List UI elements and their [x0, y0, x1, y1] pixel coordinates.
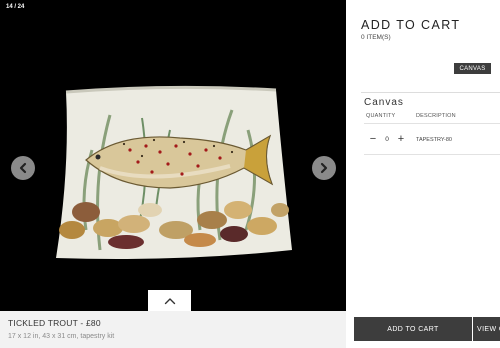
product-title: TICKLED TROUT - £80: [8, 318, 101, 328]
app-root: 14 / 24 TICKLED TROUT - £80 17 x 12 in, …: [0, 0, 500, 348]
add-to-cart-button[interactable]: ADD TO CART: [354, 317, 472, 341]
divider: [364, 154, 500, 155]
product-caption: TICKLED TROUT - £80 17 x 12 in, 43 x 31 …: [0, 311, 346, 348]
quantity-stepper: − 0 +: [367, 133, 407, 145]
divider: [364, 123, 500, 124]
view-cart-button[interactable]: VIEW CART: [473, 317, 500, 341]
cart-item-count: 0 ITEM(S): [361, 34, 391, 41]
caption-toggle-button[interactable]: [148, 290, 191, 311]
quantity-column-header: QUANTITY: [366, 113, 396, 119]
product-details: 17 x 12 in, 43 x 31 cm, tapestry kit: [8, 333, 115, 340]
image-counter: 14 / 24: [6, 4, 25, 10]
increase-quantity-button[interactable]: +: [395, 133, 407, 145]
chevron-right-icon: [320, 162, 328, 174]
cart-panel: ADD TO CART 0 ITEM(S) CANVAS Canvas QUAN…: [346, 0, 500, 348]
canvas-section: Canvas QUANTITY DESCRIPTION − 0 + TAPEST…: [361, 92, 500, 155]
chevron-left-icon: [19, 162, 27, 174]
chevron-up-icon: [164, 297, 175, 304]
quantity-value[interactable]: 0: [379, 136, 395, 143]
canvas-option-button[interactable]: CANVAS: [454, 63, 491, 74]
product-image: [56, 85, 292, 259]
image-gallery: 14 / 24: [0, 0, 346, 311]
previous-image-button[interactable]: [11, 156, 35, 180]
next-image-button[interactable]: [312, 156, 336, 180]
cart-title: ADD TO CART: [361, 18, 461, 32]
description-column-header: DESCRIPTION: [416, 113, 456, 119]
decrease-quantity-button[interactable]: −: [367, 133, 379, 145]
section-title: Canvas: [364, 97, 404, 108]
item-description: TAPESTRY-80: [416, 137, 452, 143]
